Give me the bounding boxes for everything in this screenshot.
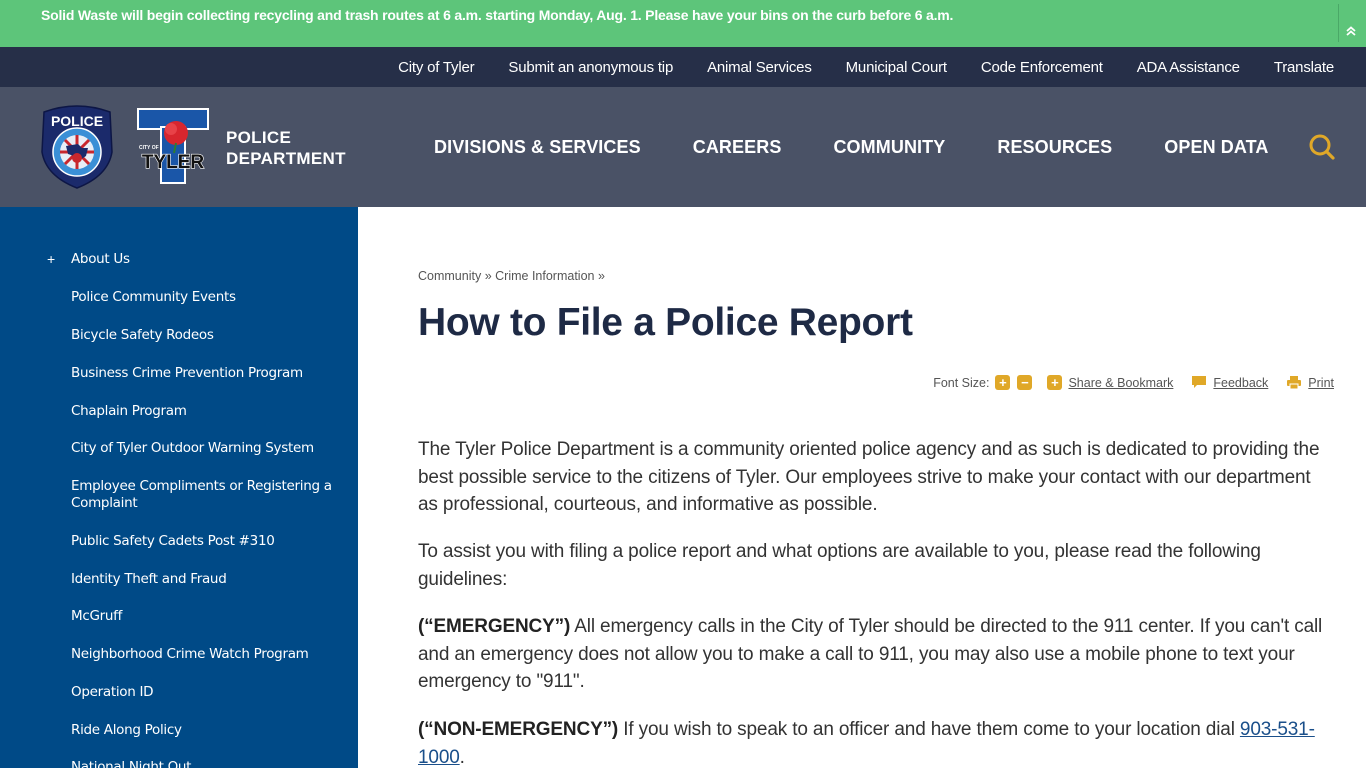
department-name[interactable]: POLICE DEPARTMENT	[226, 127, 346, 169]
tyler-logo-small-text: CITY OF	[139, 145, 159, 151]
share-plus-icon: +	[1047, 375, 1063, 390]
intro-paragraph: The Tyler Police Department is a communi…	[418, 439, 1320, 515]
utility-nav: City of Tyler Submit an anonymous tip An…	[0, 47, 1366, 87]
feedback-button[interactable]: Feedback	[1191, 375, 1268, 390]
sidebar-item-operation-id[interactable]: Operation ID	[71, 684, 346, 701]
emergency-paragraph: (“EMERGENCY”) All emergency calls in the…	[418, 613, 1334, 696]
nav-divisions-services[interactable]: DIVISIONS & SERVICES	[434, 137, 641, 158]
sidebar-item-police-community-events[interactable]: Police Community Events	[71, 289, 346, 306]
font-increase-icon[interactable]: +	[995, 375, 1011, 390]
department-name-line1: POLICE	[226, 128, 292, 147]
sidebar-item-public-safety-cadets[interactable]: Public Safety Cadets Post #310	[71, 533, 346, 550]
non-emergency-paragraph: (“NON-EMERGENCY”) If you wish to speak t…	[418, 716, 1334, 768]
nav-resources[interactable]: RESOURCES	[997, 137, 1112, 158]
util-link-anonymous-tip[interactable]: Submit an anonymous tip	[508, 59, 673, 76]
nav-open-data[interactable]: OPEN DATA	[1164, 137, 1268, 158]
sidebar-item-national-night-out[interactable]: National Night Out	[71, 759, 346, 768]
font-decrease-icon[interactable]: −	[1017, 375, 1033, 390]
speech-bubble-icon	[1192, 376, 1207, 388]
sidebar-item-employee-compliments[interactable]: Employee Compliments or Registering a Co…	[71, 478, 346, 512]
breadcrumb-community[interactable]: Community	[418, 269, 481, 283]
non-emergency-label: (“NON-EMERGENCY”)	[418, 719, 619, 740]
sidebar-item-mcgruff[interactable]: McGruff	[71, 608, 346, 625]
page-tools: Font Size: + − + Share & Bookmark Feedba…	[933, 375, 1334, 390]
breadcrumb: Community » Crime Information »	[418, 269, 605, 283]
print-link[interactable]: Print	[1308, 376, 1334, 390]
search-button[interactable]	[1308, 133, 1336, 161]
page-title: How to File a Police Report	[418, 301, 913, 344]
font-size-label: Font Size:	[933, 375, 990, 390]
non-emergency-end: .	[459, 746, 465, 768]
site-header: POLICE CITY OF TYLER POLICE DEPARTMENT D…	[0, 87, 1366, 207]
util-link-municipal-court[interactable]: Municipal Court	[846, 59, 947, 76]
department-name-line2: DEPARTMENT	[226, 149, 346, 168]
breadcrumb-separator: »	[597, 269, 605, 283]
sidebar-item-neighborhood-crime-watch[interactable]: Neighborhood Crime Watch Program	[71, 646, 346, 663]
police-badge-logo[interactable]: POLICE	[38, 102, 116, 190]
breadcrumb-crime-information[interactable]: Crime Information	[495, 269, 594, 283]
share-bookmark-button[interactable]: + Share & Bookmark	[1047, 375, 1173, 390]
share-bookmark-link[interactable]: Share & Bookmark	[1068, 376, 1173, 390]
util-link-code-enforcement[interactable]: Code Enforcement	[981, 59, 1103, 76]
util-link-animal-services[interactable]: Animal Services	[707, 59, 812, 76]
util-link-city-of-tyler[interactable]: City of Tyler	[398, 59, 475, 76]
main-content: Community » Crime Information » How to F…	[418, 207, 1334, 768]
sidebar-item-chaplain-program[interactable]: Chaplain Program	[71, 403, 346, 420]
nav-careers[interactable]: CAREERS	[693, 137, 782, 158]
sidebar-nav: + About Us Police Community Events Bicyc…	[0, 207, 358, 768]
search-icon	[1309, 134, 1335, 160]
tyler-logo-text: TYLER	[142, 152, 205, 173]
nav-community[interactable]: COMMUNITY	[833, 137, 945, 158]
sidebar-item-outdoor-warning-system[interactable]: City of Tyler Outdoor Warning System	[71, 440, 346, 457]
sidebar-item-about-us[interactable]: About Us	[71, 251, 346, 268]
guidelines-paragraph: To assist you with filing a police repor…	[418, 541, 1261, 590]
expand-about-us-icon[interactable]: +	[47, 251, 55, 267]
sidebar-item-business-crime-prevention[interactable]: Business Crime Prevention Program	[71, 365, 346, 382]
double-chevron-up-icon	[1346, 26, 1356, 36]
util-link-ada-assistance[interactable]: ADA Assistance	[1137, 59, 1240, 76]
alert-message: Solid Waste will begin collecting recycl…	[41, 7, 954, 23]
util-link-translate[interactable]: Translate	[1274, 59, 1334, 76]
print-button[interactable]: Print	[1286, 375, 1334, 390]
main-nav: DIVISIONS & SERVICES CAREERS COMMUNITY R…	[434, 87, 1321, 207]
breadcrumb-separator: »	[484, 269, 492, 283]
sidebar-item-identity-theft[interactable]: Identity Theft and Fraud	[71, 571, 346, 588]
sidebar-item-ride-along-policy[interactable]: Ride Along Policy	[71, 722, 346, 739]
printer-icon	[1287, 376, 1302, 390]
city-of-tyler-logo[interactable]: CITY OF TYLER	[136, 107, 210, 185]
non-emergency-text: If you wish to speak to an officer and h…	[618, 719, 1240, 740]
sidebar-item-bicycle-safety-rodeos[interactable]: Bicycle Safety Rodeos	[71, 327, 346, 344]
alert-divider	[1338, 4, 1339, 42]
emergency-label: (“EMERGENCY”)	[418, 616, 571, 637]
alert-banner: Solid Waste will begin collecting recycl…	[0, 0, 1366, 47]
feedback-link[interactable]: Feedback	[1213, 376, 1268, 390]
alert-collapse-button[interactable]	[1341, 20, 1361, 42]
police-badge-text: POLICE	[51, 113, 103, 129]
